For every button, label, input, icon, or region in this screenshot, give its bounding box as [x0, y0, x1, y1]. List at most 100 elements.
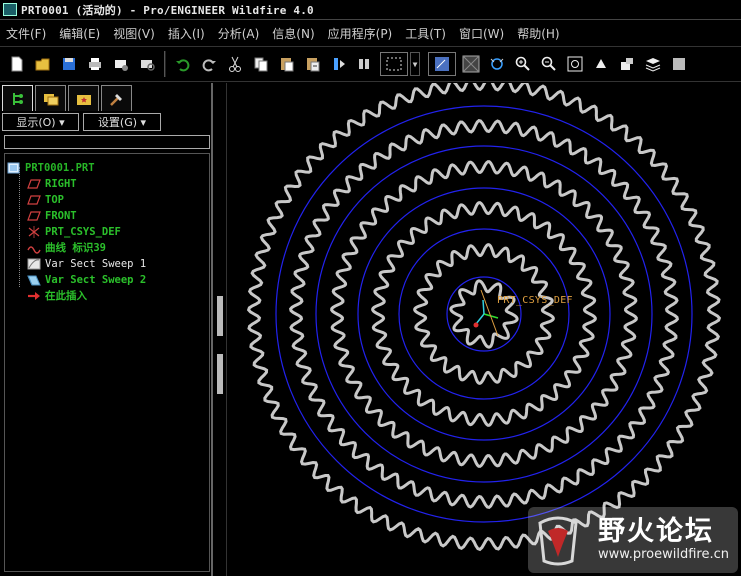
datum-plane-icon [27, 210, 41, 222]
zoom-in-icon[interactable] [512, 53, 534, 75]
model-tree-filter-icon[interactable] [354, 53, 376, 75]
open-folder-icon[interactable] [32, 53, 54, 75]
datum-plane-icon [27, 178, 41, 190]
paste-icon[interactable] [276, 53, 298, 75]
csys-triad-icon [473, 289, 499, 337]
menu-help[interactable]: 帮助(H) [517, 25, 559, 42]
show-dropdown[interactable]: 显示(O) ▾ [2, 113, 79, 131]
tree-item-sweep-2[interactable]: Var Sect Sweep 2 [27, 272, 146, 287]
wavy-sweep-rings [246, 83, 722, 552]
tree-item-curve[interactable]: 曲线 标识39 [27, 240, 106, 255]
regenerate-icon[interactable] [328, 53, 350, 75]
toolbar-separator [164, 51, 166, 77]
paste-special-icon[interactable] [302, 53, 324, 75]
selection-dropdown-arrow-icon[interactable]: ▼ [410, 52, 420, 76]
tree-item-sweep-1[interactable]: Var Sect Sweep 1 [27, 256, 146, 271]
navigator-dropdowns: 显示(O) ▾ 设置(G) ▾ [2, 113, 165, 131]
tree-item-label: PRT_CSYS_DEF [45, 225, 121, 238]
csys-axis-1 [475, 313, 485, 325]
navigator-tabs [2, 85, 134, 111]
send-link-icon[interactable] [136, 53, 158, 75]
menu-file[interactable]: 文件(F) [6, 25, 46, 42]
tree-item-label: FRONT [45, 209, 77, 222]
tab-favorites[interactable] [68, 85, 99, 111]
menu-edit[interactable]: 编辑(E) [59, 25, 100, 42]
tree-item-label: TOP [45, 193, 64, 206]
forum-watermark: 野火论坛 www.proewildfire.cn [528, 507, 738, 573]
tree-item-label: Var Sect Sweep 1 [45, 257, 147, 270]
redo-icon[interactable] [198, 53, 220, 75]
panel-splitter[interactable] [215, 83, 225, 576]
undo-icon[interactable] [172, 53, 194, 75]
tools-icon [109, 93, 122, 106]
title-bar: PRT0001 (活动的) - Pro/ENGINEER Wildfire 4.… [0, 0, 741, 20]
tree-item-right[interactable]: RIGHT [27, 176, 77, 191]
csys-label: PRT_CSYS_DEF [497, 295, 573, 306]
tree-item-label: PRT0001.PRT [25, 161, 95, 174]
wavy-ring-1[interactable] [246, 83, 722, 552]
folder-browser-icon [43, 93, 58, 105]
part-icon [7, 162, 21, 174]
tree-item-insert-here[interactable]: 在此插入 [27, 288, 87, 303]
model-tree-icon [12, 92, 23, 105]
main-toolbar: ▼ [0, 46, 741, 82]
model-tree-search-input[interactable] [4, 135, 210, 149]
tree-item-label: 曲线 标识39 [45, 242, 106, 254]
menu-view[interactable]: 视图(V) [113, 25, 155, 42]
reorient-icon[interactable] [590, 53, 612, 75]
tree-connector-line [19, 167, 20, 287]
model-view-canvas[interactable] [227, 83, 741, 576]
csys-origin-dot [473, 322, 479, 328]
print-icon[interactable] [84, 53, 106, 75]
menu-insert[interactable]: 插入(I) [168, 25, 205, 42]
splitter-grip-icon[interactable] [217, 296, 223, 336]
tree-item-label: Var Sect Sweep 2 [45, 273, 147, 286]
window-title: PRT0001 (活动的) - Pro/ENGINEER Wildfire 4.… [21, 3, 314, 17]
saved-views-icon[interactable] [616, 53, 638, 75]
view-manager-icon[interactable] [668, 53, 690, 75]
insert-here-arrow-icon [27, 290, 41, 302]
menu-window[interactable]: 窗口(W) [459, 25, 504, 42]
tab-model-tree[interactable] [2, 85, 33, 111]
csys-axis-3 [482, 299, 485, 315]
datum-plane-icon [27, 194, 41, 206]
cut-icon[interactable] [224, 53, 246, 75]
menu-bar: 文件(F) 编辑(E) 视图(V) 插入(I) 分析(A) 信息(N) 应用程序… [0, 21, 741, 45]
csys-icon [27, 225, 41, 238]
send-mail-icon[interactable] [110, 53, 132, 75]
graphics-window[interactable]: PRT_CSYS_DEF [226, 83, 741, 576]
tree-item-front[interactable]: FRONT [27, 208, 77, 223]
app-icon [3, 3, 17, 16]
settings-dropdown[interactable]: 设置(G) ▾ [83, 113, 161, 131]
selection-box-icon[interactable] [380, 52, 408, 76]
menu-tools[interactable]: 工具(T) [405, 25, 446, 42]
watermark-title: 野火论坛 [598, 516, 714, 547]
model-tree: PRT0001.PRT RIGHT TOP FRONT PRT_CSYS_DEF… [4, 153, 210, 572]
save-icon[interactable] [58, 53, 80, 75]
layers-icon[interactable] [642, 53, 664, 75]
splitter-collapse-icon[interactable] [217, 354, 223, 394]
tree-item-label: RIGHT [45, 177, 77, 190]
menu-analysis[interactable]: 分析(A) [218, 25, 260, 42]
tree-item-root[interactable]: PRT0001.PRT [7, 160, 95, 175]
menu-applications[interactable]: 应用程序(P) [328, 25, 393, 42]
tab-folder-browser[interactable] [35, 85, 66, 111]
navigator-panel: 显示(O) ▾ 设置(G) ▾ PRT0001.PRT RIGHT TOP FR… [0, 83, 213, 576]
redraw-icon[interactable] [428, 52, 456, 76]
new-file-icon[interactable] [6, 53, 28, 75]
refit-icon[interactable] [564, 53, 586, 75]
zoom-out-icon[interactable] [538, 53, 560, 75]
tab-connections[interactable] [101, 85, 132, 111]
spin-center-icon[interactable] [460, 53, 482, 75]
tree-item-top[interactable]: TOP [27, 192, 64, 207]
menu-info[interactable]: 信息(N) [272, 25, 314, 42]
tree-item-csys[interactable]: PRT_CSYS_DEF [27, 224, 121, 239]
orient-mode-icon[interactable] [486, 53, 508, 75]
favorites-folder-icon [76, 94, 91, 105]
sweep-icon [27, 258, 41, 270]
copy-icon[interactable] [250, 53, 272, 75]
curve-icon [27, 242, 41, 254]
sweep-icon [27, 274, 41, 286]
watermark-url: www.proewildfire.cn [598, 547, 729, 562]
tree-item-label: 在此插入 [45, 290, 87, 302]
